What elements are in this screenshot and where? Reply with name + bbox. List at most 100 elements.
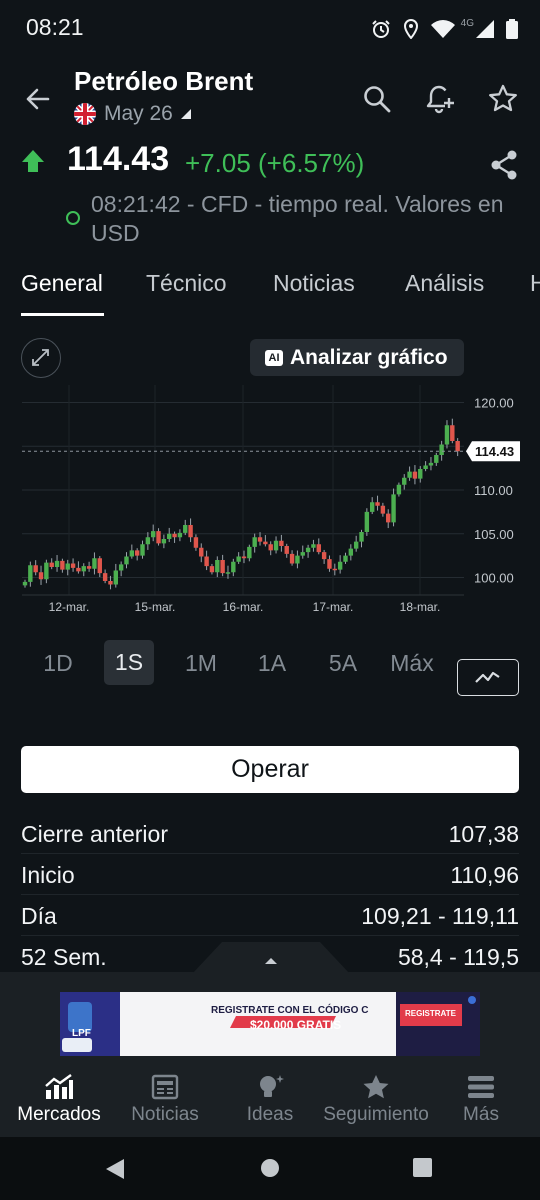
candle-body bbox=[81, 566, 86, 572]
candle-body bbox=[439, 444, 444, 455]
candle-body bbox=[263, 541, 268, 545]
system-home-icon[interactable] bbox=[260, 1158, 280, 1178]
candle-body bbox=[60, 560, 65, 570]
candle-body bbox=[118, 564, 124, 571]
nav-mas[interactable]: Más bbox=[427, 1074, 535, 1126]
system-recents-icon[interactable] bbox=[413, 1158, 432, 1177]
candle-body bbox=[209, 566, 215, 573]
period-1a[interactable]: 1A bbox=[245, 648, 299, 688]
back-arrow-icon[interactable] bbox=[20, 82, 54, 116]
candle-body bbox=[108, 581, 113, 585]
candle-body bbox=[113, 570, 119, 585]
ad-headline: REGISTRATE CON EL CÓDIGO C bbox=[211, 1005, 369, 1016]
analyze-chart-button[interactable]: AI Analizar gráfico bbox=[250, 339, 464, 376]
candle-body bbox=[150, 531, 156, 538]
uk-flag-icon bbox=[74, 103, 96, 125]
share-icon[interactable] bbox=[490, 150, 518, 180]
tab-noticias[interactable]: Noticias bbox=[273, 270, 355, 297]
nav-label: Noticias bbox=[131, 1104, 199, 1125]
search-icon[interactable] bbox=[360, 82, 394, 116]
x-tick-label: 16-mar. bbox=[223, 600, 264, 614]
price-chart[interactable]: 120.00115.00110.00105.00100.0012-mar.15-… bbox=[0, 385, 540, 620]
nav-label: Más bbox=[463, 1104, 499, 1125]
candle-body bbox=[332, 568, 338, 571]
nav-mercados[interactable]: Mercados bbox=[5, 1074, 113, 1126]
tab-analisis[interactable]: Análisis bbox=[405, 270, 484, 297]
candle-body bbox=[97, 558, 102, 574]
candle-body bbox=[407, 471, 412, 478]
stat-value-day-range: 109,21 - 119,11 bbox=[361, 903, 519, 929]
ad-banner[interactable]: LPF REGISTRATE CON EL CÓDIGO C $20.000 G… bbox=[60, 992, 480, 1056]
line-chart-icon bbox=[475, 671, 500, 683]
contract-selector[interactable]: May 26 bbox=[74, 102, 191, 126]
stat-divider bbox=[21, 894, 519, 895]
dropdown-triangle-icon bbox=[180, 109, 191, 119]
candle-body bbox=[434, 455, 439, 463]
ad-brand: LPF bbox=[72, 1028, 91, 1039]
candle-body bbox=[273, 540, 279, 551]
stat-value-prev-close: 107,38 bbox=[448, 821, 519, 847]
period-1s[interactable]: 1S bbox=[104, 640, 154, 685]
last-price-label: 114.43 bbox=[475, 444, 514, 459]
trade-button[interactable]: Operar bbox=[21, 746, 519, 793]
tab-overflow[interactable]: H bbox=[530, 270, 540, 297]
x-tick-label: 12-mar. bbox=[49, 600, 90, 614]
nav-label: Mercados bbox=[17, 1104, 101, 1125]
candle-body bbox=[444, 425, 450, 445]
candle-body bbox=[49, 562, 54, 567]
candle-body bbox=[348, 548, 354, 556]
stat-label-prev-close: Cierre anterior bbox=[21, 821, 168, 847]
ad-offer: $20.000 GRATIS bbox=[250, 1018, 342, 1032]
candle-body bbox=[236, 556, 241, 562]
stat-divider bbox=[21, 853, 519, 854]
candle-body bbox=[65, 563, 70, 570]
network-type: 4G bbox=[460, 17, 474, 29]
period-1d[interactable]: 1D bbox=[31, 648, 85, 688]
candle-body bbox=[215, 560, 220, 573]
period-max[interactable]: Máx bbox=[383, 648, 441, 688]
period-5a[interactable]: 5A bbox=[316, 648, 370, 688]
candle-body bbox=[167, 533, 172, 539]
alarm-icon bbox=[371, 20, 390, 38]
watchlist-star-icon[interactable] bbox=[486, 82, 520, 116]
candle-body bbox=[337, 561, 343, 570]
stat-divider bbox=[21, 935, 519, 936]
last-price: 114.43 bbox=[67, 140, 170, 178]
candle-body bbox=[204, 556, 209, 567]
candle-body bbox=[172, 533, 177, 538]
newspaper-icon bbox=[151, 1074, 179, 1100]
candle-body bbox=[311, 544, 316, 548]
tab-tecnico[interactable]: Técnico bbox=[146, 270, 227, 297]
clock-icon bbox=[66, 211, 80, 225]
status-time: 08:21 bbox=[26, 14, 84, 40]
ad-cta: REGISTRATE bbox=[405, 1009, 456, 1018]
stat-value-52-week: 58,4 - 119,5 bbox=[397, 944, 519, 970]
tab-general[interactable]: General bbox=[21, 270, 103, 297]
candle-body bbox=[359, 532, 364, 542]
contract-label: May 26 bbox=[104, 102, 173, 125]
candle-body bbox=[177, 532, 183, 538]
price-up-arrow-icon bbox=[22, 150, 44, 172]
expand-sheet-handle[interactable] bbox=[192, 942, 350, 974]
add-alert-bell-icon[interactable] bbox=[423, 82, 457, 116]
chart-type-button[interactable] bbox=[457, 659, 519, 696]
candle-body bbox=[252, 537, 257, 547]
period-1m[interactable]: 1M bbox=[174, 648, 228, 688]
candle-body bbox=[412, 471, 418, 479]
menu-icon bbox=[468, 1076, 494, 1098]
candle-body bbox=[161, 539, 167, 544]
candle-body bbox=[391, 494, 396, 523]
candle-body bbox=[44, 562, 49, 580]
candle-body bbox=[428, 462, 434, 466]
realtime-info: 08:21:42 - CFD - tiempo real. Valores en… bbox=[91, 191, 504, 246]
nav-seguimiento[interactable]: Seguimiento bbox=[322, 1074, 430, 1126]
nav-ideas[interactable]: Ideas bbox=[216, 1074, 324, 1126]
active-tab-indicator bbox=[21, 313, 104, 316]
nav-noticias[interactable]: Noticias bbox=[111, 1074, 219, 1126]
expand-chart-button[interactable] bbox=[21, 338, 61, 378]
candle-body bbox=[156, 531, 161, 544]
system-back-icon[interactable] bbox=[103, 1157, 125, 1181]
candle-body bbox=[220, 560, 225, 574]
candle-body bbox=[134, 550, 140, 556]
markets-chart-icon bbox=[45, 1074, 73, 1099]
